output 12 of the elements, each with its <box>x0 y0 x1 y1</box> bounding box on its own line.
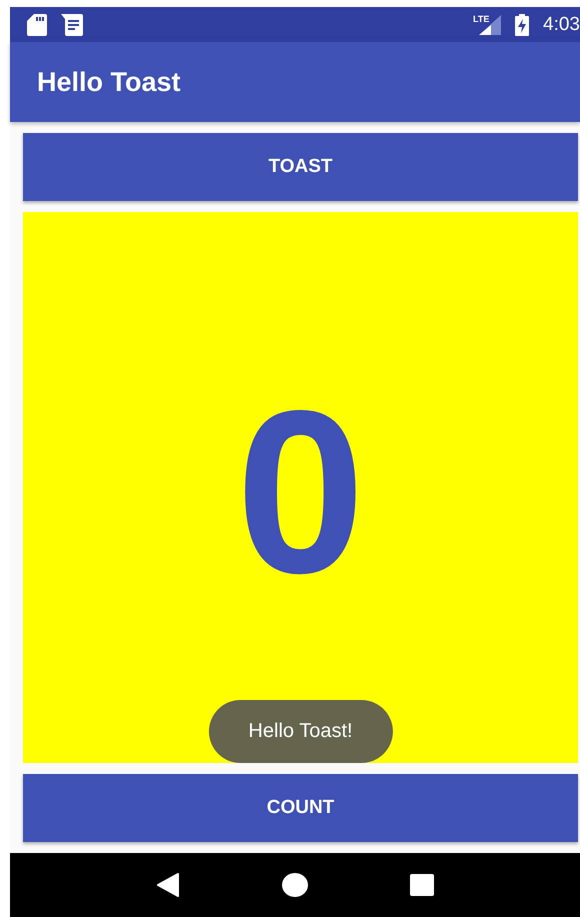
clock: 4:03 <box>543 14 580 36</box>
back-icon[interactable] <box>156 873 180 897</box>
app-title: Hello Toast <box>37 66 181 98</box>
message-icon <box>61 14 83 36</box>
count-value: 0 <box>236 376 366 608</box>
count-button[interactable]: COUNT <box>23 774 578 842</box>
toast-button[interactable]: TOAST <box>23 133 578 201</box>
home-icon[interactable] <box>282 873 308 897</box>
battery-charging-icon <box>515 14 530 36</box>
sd-card-icon <box>27 14 47 36</box>
network-label: LTE <box>473 14 490 24</box>
toast-message: Hello Toast! <box>208 700 393 763</box>
